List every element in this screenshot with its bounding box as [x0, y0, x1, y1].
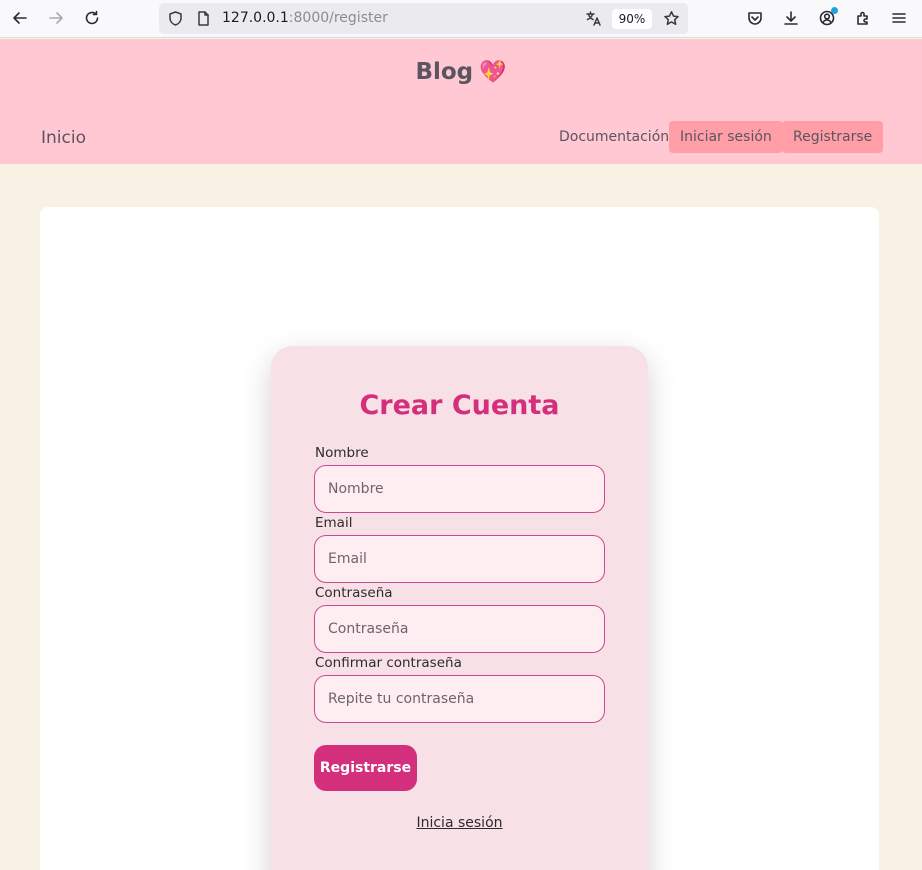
- password-label: Contraseña: [315, 585, 393, 601]
- site-brand[interactable]: Blog 💖: [0, 59, 922, 85]
- email-label: Email: [315, 515, 353, 531]
- login-link[interactable]: Inicia sesión: [271, 815, 648, 831]
- shield-icon[interactable]: [167, 10, 184, 27]
- zoom-level-badge[interactable]: 90%: [612, 9, 652, 29]
- register-form: Crear Cuenta Nombre Email Contraseña Con…: [271, 346, 648, 870]
- register-button[interactable]: Registrarse: [782, 121, 884, 153]
- browser-toolbar: 127.0.0.1:8000/register 90%: [0, 0, 922, 38]
- pocket-icon[interactable]: [742, 5, 768, 31]
- sparkling-heart-icon: 💖: [479, 60, 507, 85]
- extensions-icon[interactable]: [850, 5, 876, 31]
- submit-register-button[interactable]: Registrarse: [314, 745, 417, 791]
- form-title: Crear Cuenta: [359, 390, 560, 421]
- back-arrow-icon[interactable]: [7, 5, 33, 31]
- downloads-icon[interactable]: [778, 5, 804, 31]
- nav-docs-link[interactable]: Documentación: [559, 129, 669, 145]
- url-host: 127.0.0.1: [222, 10, 289, 26]
- password-input[interactable]: [314, 605, 605, 653]
- confirm-password-label: Confirmar contraseña: [315, 655, 462, 671]
- forward-arrow-icon[interactable]: [43, 5, 69, 31]
- brand-title: Blog: [415, 59, 474, 85]
- login-button[interactable]: Iniciar sesión: [669, 121, 783, 153]
- name-label: Nombre: [315, 445, 369, 461]
- url-path: :8000/register: [288, 10, 388, 26]
- page-icon: [195, 10, 212, 27]
- account-icon[interactable]: [814, 5, 840, 31]
- name-input[interactable]: [314, 465, 605, 513]
- menu-icon[interactable]: [886, 5, 912, 31]
- confirm-password-input[interactable]: [314, 675, 605, 723]
- url-text[interactable]: 127.0.0.1:8000/register: [222, 10, 388, 26]
- translate-icon[interactable]: [585, 10, 602, 27]
- address-bar[interactable]: 127.0.0.1:8000/register 90%: [159, 3, 688, 34]
- email-input[interactable]: [314, 535, 605, 583]
- reload-icon[interactable]: [79, 5, 105, 31]
- nav-home-link[interactable]: Inicio: [41, 128, 86, 148]
- notification-dot: [831, 7, 838, 14]
- site-header: Blog 💖 Inicio Documentación Iniciar sesió…: [0, 39, 922, 164]
- bookmark-star-icon[interactable]: [663, 10, 680, 27]
